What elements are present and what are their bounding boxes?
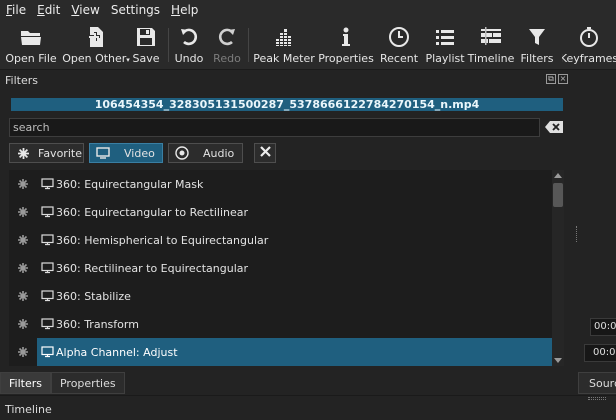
monitor-icon: [41, 178, 54, 190]
panel-tabs: Filters Properties: [0, 372, 125, 394]
current-file-name: 106454354_328305131500287_53786661227842…: [11, 98, 563, 111]
tab-filters[interactable]: Filters: [0, 372, 51, 394]
new-file-icon: [84, 25, 108, 49]
menubar: File Edit View Settings Help: [0, 0, 616, 20]
star-icon[interactable]: [17, 234, 29, 246]
stopwatch-icon: [577, 25, 601, 49]
duration-timecode[interactable]: 00:00: [584, 344, 616, 362]
list-item[interactable]: 360: Equirectangular Mask: [9, 170, 552, 198]
player-panel-edge: [566, 88, 616, 388]
open-other-button[interactable]: Open Other▾: [62, 20, 130, 70]
list-item[interactable]: 360: Hemispherical to Equirectangular: [9, 226, 552, 254]
star-icon[interactable]: [17, 262, 29, 274]
filters-panel-title: Filters: [5, 74, 38, 87]
toolbar-separator: [248, 28, 249, 62]
close-icon[interactable]: ×: [558, 74, 568, 84]
scrollbar-thumb[interactable]: [553, 183, 563, 207]
star-icon[interactable]: [17, 178, 29, 190]
tab-source[interactable]: Source: [578, 372, 616, 394]
list-item-selected[interactable]: Alpha Channel: Adjust: [37, 338, 552, 366]
star-icon[interactable]: [17, 290, 29, 302]
monitor-icon: [41, 206, 54, 218]
favorite-filter-button[interactable]: Favorite: [9, 143, 84, 163]
speaker-icon: [173, 146, 191, 160]
playlist-button[interactable]: Playlist: [425, 20, 465, 70]
menu-help[interactable]: Help: [171, 3, 198, 17]
monitor-icon: [41, 290, 54, 302]
clear-search-icon[interactable]: [545, 121, 563, 133]
video-filter-button[interactable]: Video: [89, 143, 163, 163]
splitter-handle[interactable]: [588, 397, 606, 400]
save-button[interactable]: Save: [130, 20, 162, 70]
scroll-up-icon[interactable]: [554, 173, 562, 178]
monitor-icon: [41, 234, 54, 246]
list-item[interactable]: 360: Transform: [9, 310, 552, 338]
menu-view[interactable]: View: [71, 3, 99, 17]
monitor-icon: [94, 147, 112, 159]
funnel-icon: [525, 25, 549, 49]
timeline-icon: [479, 25, 503, 49]
undo-button[interactable]: Undo: [174, 20, 204, 70]
redo-button[interactable]: Redo: [212, 20, 242, 70]
position-timecode[interactable]: 00:00: [590, 318, 616, 336]
splitter-handle[interactable]: [576, 226, 579, 242]
main-toolbar: Open File Open Other▾ Save Undo Redo Pea…: [0, 20, 616, 70]
clock-icon: [387, 25, 411, 49]
keyframes-button[interactable]: Keyframes: [562, 20, 616, 70]
timeline-button[interactable]: Timeline: [468, 20, 514, 70]
list-item[interactable]: 360: Equirectangular to Rectilinear: [9, 198, 552, 226]
list-item[interactable]: 360: Rectilinear to Equirectangular: [9, 254, 552, 282]
menu-file[interactable]: File: [6, 3, 26, 17]
divider: [0, 395, 616, 396]
float-icon[interactable]: ⧉: [546, 74, 556, 84]
monitor-icon: [41, 318, 54, 330]
tab-properties[interactable]: Properties: [50, 372, 125, 394]
panel-window-buttons: ⧉ ×: [546, 74, 568, 84]
open-file-button[interactable]: Open File: [5, 20, 57, 70]
audio-filter-button[interactable]: Audio: [168, 143, 243, 163]
recent-button[interactable]: Recent: [380, 20, 418, 70]
list-icon: [433, 25, 457, 49]
undo-icon: [177, 25, 201, 49]
info-icon: [334, 25, 358, 49]
monitor-icon: [41, 346, 54, 358]
peak-meter-icon: [272, 25, 296, 49]
redo-icon: [215, 25, 239, 49]
monitor-icon: [41, 262, 54, 274]
search-input[interactable]: search: [9, 118, 540, 137]
scroll-down-icon[interactable]: [554, 358, 562, 363]
close-icon: [259, 146, 271, 160]
timeline-panel-title: Timeline: [5, 403, 52, 416]
properties-button[interactable]: Properties: [318, 20, 374, 70]
filter-list-scrollbar[interactable]: [552, 170, 564, 366]
menu-edit[interactable]: Edit: [37, 3, 60, 17]
folder-icon: [19, 25, 43, 49]
save-icon: [134, 25, 158, 49]
star-icon[interactable]: [17, 346, 29, 358]
list-item[interactable]: 360: Stabilize: [9, 282, 552, 310]
star-icon: [14, 147, 32, 159]
menu-settings[interactable]: Settings: [111, 3, 160, 17]
star-icon[interactable]: [17, 318, 29, 330]
star-icon[interactable]: [17, 206, 29, 218]
filters-button[interactable]: Filters: [520, 20, 554, 70]
close-filter-button[interactable]: [254, 143, 276, 163]
peak-meter-button[interactable]: Peak Meter: [253, 20, 315, 70]
toolbar-separator: [168, 28, 169, 62]
filter-list: 360: Equirectangular Mask 360: Equirecta…: [9, 170, 552, 366]
